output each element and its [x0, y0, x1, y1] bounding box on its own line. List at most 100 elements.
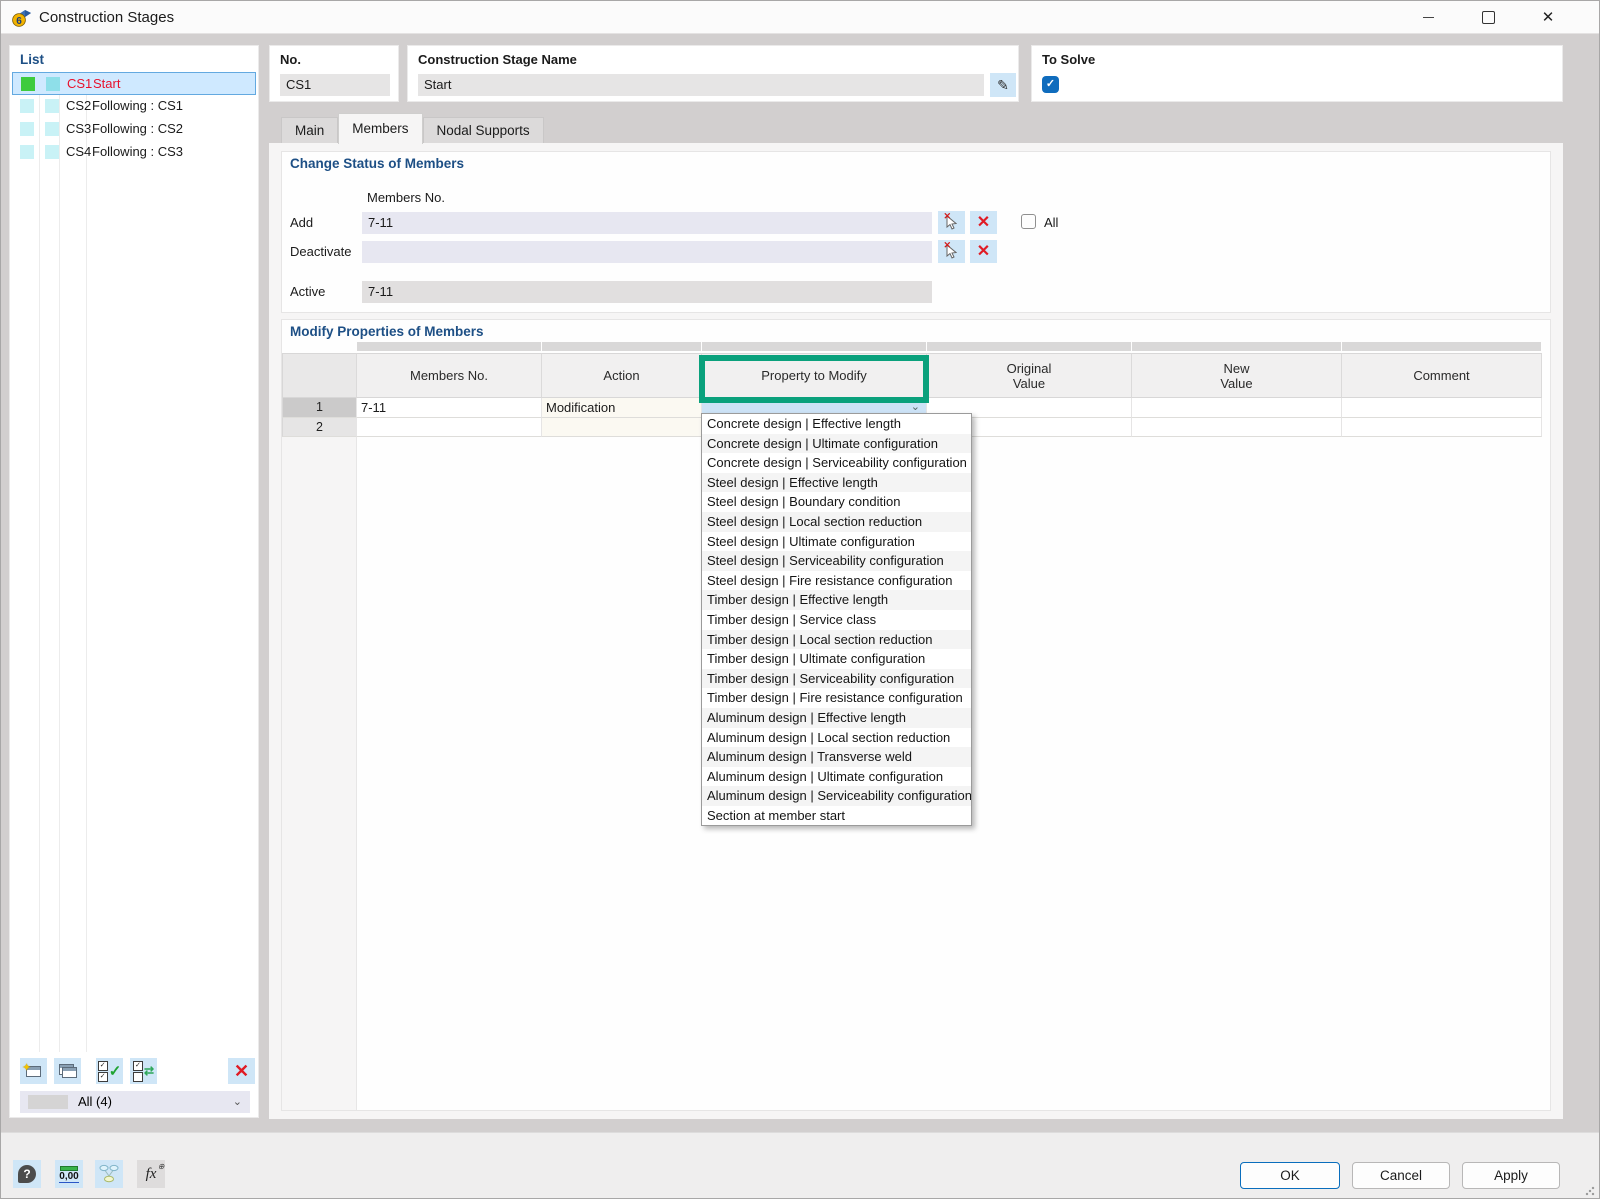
filter-swatch	[28, 1095, 68, 1109]
dropdown-option[interactable]: Section at member start	[702, 806, 971, 826]
members-no-cell[interactable]: 7-11	[357, 398, 542, 418]
copy-stage-button[interactable]	[54, 1058, 81, 1084]
clear-x-icon: ✕	[977, 244, 990, 260]
tab-nodal-supports[interactable]: Nodal Supports	[423, 117, 544, 144]
stage-desc: Following : CS3	[92, 144, 183, 159]
dropdown-option[interactable]: Timber design | Serviceability configura…	[702, 669, 971, 689]
diagram-button[interactable]	[95, 1160, 123, 1188]
delete-x-icon: ✕	[234, 1062, 249, 1080]
dropdown-option[interactable]: Aluminum design | Effective length	[702, 708, 971, 728]
add-pick-button[interactable]: ✕	[938, 211, 965, 234]
dropdown-option[interactable]: Steel design | Effective length	[702, 473, 971, 493]
stage-name-input[interactable]: Start	[418, 74, 984, 96]
property-to-modify-dropdown: Concrete design | Effective lengthConcre…	[701, 413, 972, 826]
active-members-field: 7-11	[362, 281, 932, 303]
dropdown-option[interactable]: Aluminum design | Transverse weld	[702, 747, 971, 767]
column-header-members-no-[interactable]: Members No.	[357, 353, 542, 398]
deactivate-members-input[interactable]	[362, 241, 932, 263]
active-label: Active	[290, 284, 325, 299]
add-clear-button[interactable]: ✕	[970, 211, 997, 234]
delete-stage-button[interactable]: ✕	[228, 1058, 255, 1084]
deactivate-clear-button[interactable]: ✕	[970, 240, 997, 263]
dropdown-option[interactable]: Steel design | Ultimate configuration	[702, 532, 971, 552]
stage-no-field: CS1	[280, 74, 390, 96]
row-number-header	[282, 353, 357, 398]
row-number-cell[interactable]: 1	[282, 398, 357, 418]
dropdown-option[interactable]: Concrete design | Effective length	[702, 414, 971, 434]
ruler-icon	[60, 1166, 78, 1171]
column-header-action[interactable]: Action	[542, 353, 702, 398]
new-value-cell[interactable]	[1132, 398, 1342, 418]
list-item-cs1[interactable]: CS1Start	[12, 72, 256, 95]
svg-text:6: 6	[16, 16, 22, 27]
add-members-input[interactable]: 7-11	[362, 212, 932, 234]
dropdown-option[interactable]: Steel design | Fire resistance configura…	[702, 571, 971, 591]
action-cell[interactable]: Modification	[542, 398, 702, 418]
comment-cell[interactable]	[1342, 398, 1542, 418]
decimal-places-button[interactable]: 0,00	[55, 1160, 83, 1188]
list-item-cs2[interactable]: CS2Following : CS1	[12, 95, 256, 118]
new-stage-button[interactable]: ✦	[20, 1058, 47, 1084]
rename-button[interactable]: ✎	[990, 73, 1016, 97]
row-number-cell[interactable]: 2	[282, 418, 357, 438]
to-solve-card: To Solve ✓	[1031, 45, 1563, 102]
dropdown-option[interactable]: Steel design | Serviceability configurat…	[702, 551, 971, 571]
list-item-cs3[interactable]: CS3Following : CS2	[12, 118, 256, 141]
dropdown-option[interactable]: Steel design | Boundary condition	[702, 492, 971, 512]
tab-members[interactable]: Members	[338, 113, 422, 144]
dropdown-option[interactable]: Steel design | Local section reduction	[702, 512, 971, 532]
cancel-button[interactable]: Cancel	[1352, 1162, 1450, 1189]
formula-button[interactable]: fx⊕	[137, 1160, 165, 1188]
column-header-new-value[interactable]: New Value	[1132, 353, 1342, 398]
members-no-column-label: Members No.	[367, 190, 445, 205]
deactivate-pick-button[interactable]: ✕	[938, 240, 965, 263]
apply-button[interactable]: Apply	[1462, 1162, 1560, 1189]
copy-windows-icon	[59, 1064, 76, 1078]
pencil-icon: ✎	[997, 77, 1009, 93]
dropdown-option[interactable]: Timber design | Local section reduction	[702, 630, 971, 650]
stage-state-square	[45, 122, 59, 136]
all-checkbox[interactable]	[1021, 214, 1036, 229]
stage-state-square	[46, 77, 60, 91]
dropdown-option[interactable]: Timber design | Fire resistance configur…	[702, 688, 971, 708]
column-header-comment[interactable]: Comment	[1342, 353, 1542, 398]
new-value-cell[interactable]	[1132, 418, 1342, 438]
list-item-cs4[interactable]: CS4Following : CS3	[12, 141, 256, 164]
minimize-button[interactable]	[1405, 1, 1451, 33]
ok-button[interactable]: OK	[1240, 1162, 1340, 1189]
column-header-original-value[interactable]: Original Value	[927, 353, 1132, 398]
dropdown-option[interactable]: Concrete design | Ultimate configuration	[702, 434, 971, 454]
dropdown-option[interactable]: Aluminum design | Serviceability configu…	[702, 786, 971, 806]
close-button[interactable]: ✕	[1525, 1, 1571, 33]
stage-name-card: Construction Stage Name Start ✎	[407, 45, 1019, 102]
stage-desc: Following : CS2	[92, 121, 183, 136]
dropdown-option[interactable]: Aluminum design | Ultimate configuration	[702, 767, 971, 787]
stage-state-square	[45, 145, 59, 159]
dropdown-option[interactable]: Aluminum design | Local section reductio…	[702, 728, 971, 748]
dropdown-option[interactable]: Timber design | Ultimate configuration	[702, 649, 971, 669]
list-toolbar: ✦ ✓✓ ✓ ✓ ⇄ ✕	[10, 1058, 258, 1084]
stage-id: CS4	[66, 144, 91, 159]
change-status-group: Change Status of Members Members No. Add…	[281, 151, 1551, 313]
stage-list-panel: List CS1StartCS2Following : CS1CS3Follow…	[9, 45, 259, 1118]
titlebar: 6 Construction Stages ✕	[1, 1, 1599, 34]
new-window-icon: ✦	[26, 1066, 41, 1077]
dropdown-option[interactable]: Concrete design | Serviceability configu…	[702, 453, 971, 473]
property-to-modify-highlight	[699, 355, 929, 403]
dropdown-option[interactable]: Timber design | Effective length	[702, 590, 971, 610]
stage-id: CS3	[66, 121, 91, 136]
tab-main[interactable]: Main	[281, 117, 338, 144]
to-solve-checkbox[interactable]: ✓	[1042, 76, 1059, 93]
action-cell[interactable]	[542, 418, 702, 438]
members-no-cell[interactable]	[357, 418, 542, 438]
maximize-button[interactable]	[1465, 1, 1511, 33]
list-column-divider	[86, 72, 87, 1052]
invert-check-button[interactable]: ✓ ⇄	[130, 1058, 157, 1084]
resize-grip[interactable]	[1585, 1186, 1595, 1196]
list-filter-select[interactable]: All (4) ⌄	[20, 1091, 250, 1113]
help-button[interactable]: ?	[13, 1160, 41, 1188]
dropdown-option[interactable]: Timber design | Service class	[702, 610, 971, 630]
check-all-button[interactable]: ✓✓ ✓	[96, 1058, 123, 1084]
comment-cell[interactable]	[1342, 418, 1542, 438]
table-top-strip	[282, 342, 1542, 353]
